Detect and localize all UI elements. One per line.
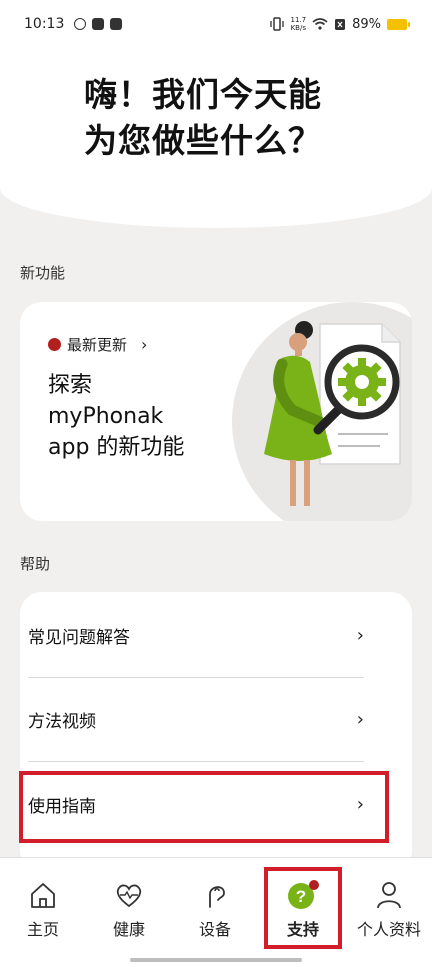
network-speed-unit: KB/s [290,24,306,32]
nav-label: 主页 [26,920,59,939]
nav-label: 设备 [198,920,231,939]
tiktok-notification-icon [110,18,123,30]
section-label-new-features: 新功能 [20,264,66,282]
help-item-label: 常见问题解答 [28,627,130,648]
feature-title-line-3: app 的新功能 [48,435,185,460]
person-icon [377,882,401,909]
nav-label: 个人资料 [356,920,421,939]
nav-item-devices[interactable]: 设备 [172,880,258,940]
feature-illustration [264,321,401,506]
chevron-right-icon: › [356,708,364,730]
user-guide-highlight [19,771,389,843]
page-title: 嗨！我们今天能 为您做些什么？ [84,72,322,164]
status-time: 10:13 [24,16,65,32]
page-title-line-2: 为您做些什么？ [84,121,322,160]
vibrate-icon [269,17,284,31]
help-item-label: 方法视频 [28,711,96,732]
feature-card-title: 探索 myPhonak app 的新功能 [48,370,184,463]
help-item-faq[interactable]: 常见问题解答 › [28,593,364,677]
page-title-line-1: 嗨！我们今天能 [84,75,322,114]
notification-dot [48,338,61,351]
new-features-card[interactable]: 最新更新 › 探索 myPhonak app 的新功能 [20,302,412,521]
section-label-help: 帮助 [20,555,51,573]
status-left: 10:13 [24,16,123,32]
chevron-right-icon: › [141,335,148,354]
battery-percent: 89% [352,16,381,32]
nav-item-health[interactable]: 健康 [86,880,172,940]
latest-updates-label: 最新更新 [67,336,128,354]
home-indicator[interactable] [130,958,302,962]
mail-notification-icon [92,18,105,30]
battery-icon [387,18,410,30]
status-right: 11.7 KB/s 89% [269,16,410,32]
app-notification-icon [74,18,87,30]
feature-title-line-1: 探索 [48,373,93,398]
bottom-nav: 主页 健康 设备 ? 支持 个人资料 [0,857,432,964]
nav-label: 健康 [112,920,145,939]
help-item-how-to-videos[interactable]: 方法视频 › [28,677,364,761]
network-speed: 11.7 KB/s [291,16,307,32]
wifi-icon [312,18,328,30]
heart-icon [116,884,142,908]
support-highlight [264,867,342,949]
latest-updates-link[interactable]: 最新更新 › [48,334,147,355]
no-sim-icon [335,18,346,30]
feature-title-line-2: myPhonak [48,404,164,429]
status-bar: 10:13 11.7 KB/s 89% [0,0,432,48]
home-icon [31,883,55,908]
nav-item-profile[interactable]: 个人资料 [346,880,432,940]
chevron-right-icon: › [356,624,364,646]
hearing-aid-icon [209,886,225,908]
network-speed-value: 11.7 [290,16,307,24]
nav-item-home[interactable]: 主页 [0,880,86,940]
